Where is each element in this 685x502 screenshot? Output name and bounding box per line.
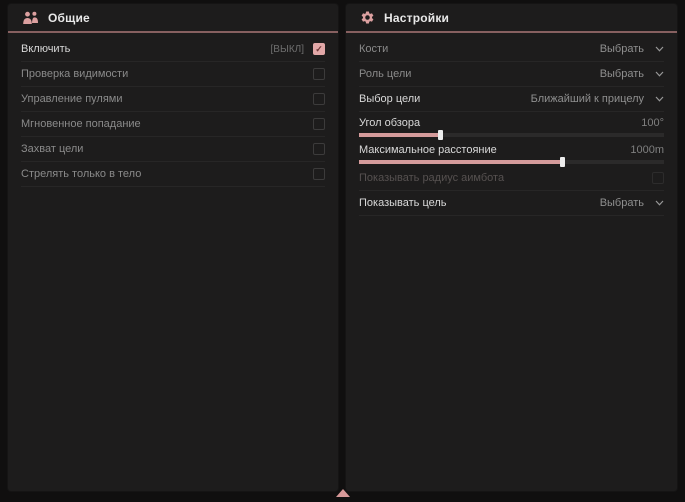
setting-control bbox=[313, 118, 325, 130]
gear-icon bbox=[360, 10, 375, 25]
settings-list: Включить [ВЫКЛ] ✓ Проверка видимости Управле… bbox=[8, 33, 338, 187]
keybind-label: [ВЫКЛ] bbox=[271, 44, 304, 55]
setting-value: 1000m bbox=[630, 144, 664, 156]
slider-thumb[interactable] bbox=[560, 157, 565, 167]
setting-row: Роль цели Выбрать bbox=[359, 62, 664, 87]
setting-label: Показывать радиус аимбота bbox=[359, 172, 504, 184]
setting-row: Проверка видимости bbox=[21, 62, 325, 87]
dropdown[interactable]: Ближайший к прицелу bbox=[531, 93, 664, 105]
slider-caption: Угол обзора 100° bbox=[359, 115, 664, 130]
setting-row: Показывать радиус аимбота bbox=[359, 166, 664, 191]
setting-row: Включить [ВЫКЛ] ✓ bbox=[21, 37, 325, 62]
setting-label: Захват цели bbox=[21, 143, 83, 155]
setting-label: Проверка видимости bbox=[21, 68, 128, 80]
checkbox[interactable] bbox=[313, 118, 325, 130]
slider[interactable] bbox=[359, 160, 664, 164]
checkbox[interactable] bbox=[313, 68, 325, 80]
setting-control: Выбрать bbox=[600, 43, 664, 55]
panel-header: Настройки bbox=[346, 4, 677, 31]
setting-control: Выбрать bbox=[600, 68, 664, 80]
setting-row: Показывать цель Выбрать bbox=[359, 191, 664, 216]
slider-fill bbox=[359, 160, 563, 164]
panel-title: Настройки bbox=[384, 11, 449, 25]
setting-label: Мгновенное попадание bbox=[21, 118, 141, 130]
panel-settings: Настройки Кости Выбрать Роль цели Выбрать Вы… bbox=[346, 4, 677, 491]
setting-control: [ВЫКЛ] ✓ bbox=[271, 43, 325, 55]
setting-row: Выбор цели Ближайший к прицелу bbox=[359, 87, 664, 112]
chevron-down-icon bbox=[655, 71, 664, 77]
setting-row: Управление пулями bbox=[21, 87, 325, 112]
slider-thumb[interactable] bbox=[438, 130, 443, 140]
setting-label: Максимальное расстояние bbox=[359, 144, 497, 156]
dropdown-value: Выбрать bbox=[600, 43, 644, 55]
checkbox[interactable]: ✓ bbox=[313, 43, 325, 55]
setting-label: Роль цели bbox=[359, 68, 411, 80]
checkbox[interactable] bbox=[313, 168, 325, 180]
dropdown-value: Ближайший к прицелу bbox=[531, 93, 644, 105]
setting-label: Угол обзора bbox=[359, 117, 420, 129]
panel-general: Общие Включить [ВЫКЛ] ✓ Проверка видимости У… bbox=[8, 4, 338, 491]
setting-row: Захват цели bbox=[21, 137, 325, 162]
panel-header: Общие bbox=[8, 4, 338, 31]
setting-label: Управление пулями bbox=[21, 93, 123, 105]
settings-list: Кости Выбрать Роль цели Выбрать Выбор цели Бл… bbox=[346, 33, 677, 216]
slider-fill bbox=[359, 133, 441, 137]
dropdown[interactable]: Выбрать bbox=[600, 68, 664, 80]
setting-label: Стрелять только в тело bbox=[21, 168, 141, 180]
chevron-down-icon bbox=[655, 46, 664, 52]
checkbox[interactable] bbox=[652, 172, 664, 184]
slider[interactable] bbox=[359, 133, 664, 137]
setting-row: Кости Выбрать bbox=[359, 37, 664, 62]
setting-label: Включить bbox=[21, 43, 70, 55]
setting-row: Угол обзора 100° bbox=[359, 112, 664, 139]
expand-handle-icon[interactable] bbox=[336, 489, 350, 497]
setting-label: Кости bbox=[359, 43, 388, 55]
setting-control: Выбрать bbox=[600, 197, 664, 209]
setting-value: 100° bbox=[641, 117, 664, 129]
slider-caption: Максимальное расстояние 1000m bbox=[359, 142, 664, 157]
setting-control bbox=[313, 168, 325, 180]
setting-label: Выбор цели bbox=[359, 93, 420, 105]
dropdown[interactable]: Выбрать bbox=[600, 43, 664, 55]
users-icon bbox=[22, 11, 39, 25]
setting-label: Показывать цель bbox=[359, 197, 447, 209]
setting-control: Ближайший к прицелу bbox=[531, 93, 664, 105]
setting-control bbox=[313, 93, 325, 105]
setting-control bbox=[652, 172, 664, 184]
chevron-down-icon bbox=[655, 200, 664, 206]
setting-row: Максимальное расстояние 1000m bbox=[359, 139, 664, 166]
chevron-down-icon bbox=[655, 96, 664, 102]
checkbox[interactable] bbox=[313, 93, 325, 105]
setting-control bbox=[313, 68, 325, 80]
dropdown-value: Выбрать bbox=[600, 197, 644, 209]
dropdown[interactable]: Выбрать bbox=[600, 197, 664, 209]
setting-control bbox=[313, 143, 325, 155]
dropdown-value: Выбрать bbox=[600, 68, 644, 80]
setting-row: Стрелять только в тело bbox=[21, 162, 325, 187]
panel-title: Общие bbox=[48, 11, 90, 25]
setting-row: Мгновенное попадание bbox=[21, 112, 325, 137]
checkbox[interactable] bbox=[313, 143, 325, 155]
